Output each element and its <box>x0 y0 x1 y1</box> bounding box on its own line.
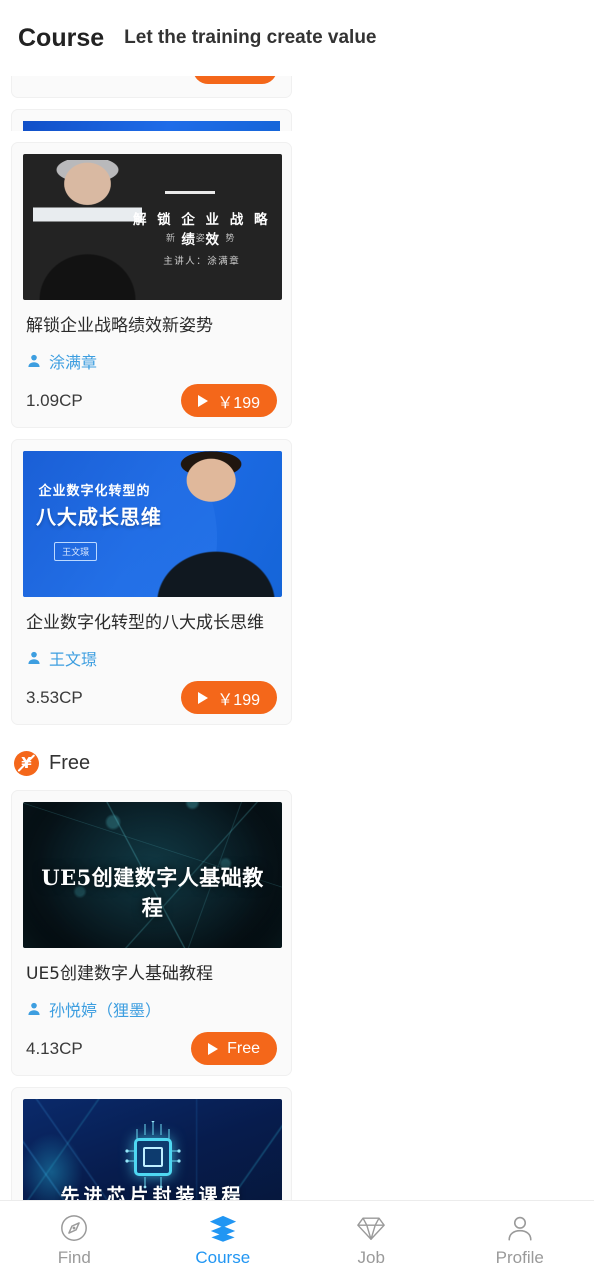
course-card-footer: 4.13CP Free <box>26 1032 277 1069</box>
thumbnail-presenter-text: 主讲人：涂满章 <box>163 256 241 268</box>
course-credit-points: 3.53CP <box>26 687 83 707</box>
person-icon <box>28 1002 40 1015</box>
tab-find[interactable]: Find <box>0 1201 149 1280</box>
course-list-scroll[interactable]: 解 锁 企 业 战 略 绩 效 新 / 姿 / 势 主讲人：涂满章 解锁企业战略… <box>0 76 594 1200</box>
app-screen: Course Let the training create value 解 锁… <box>0 0 594 1280</box>
course-credit-points: 4.13CP <box>26 1038 83 1058</box>
course-card-body: 企业数字化转型的八大成长思维 王文璟 3.53CP ￥199 <box>12 610 291 718</box>
tab-course-label: Course <box>195 1248 251 1267</box>
tab-find-label: Find <box>57 1248 91 1267</box>
course-teacher[interactable]: 涂满章 <box>26 349 277 373</box>
course-title[interactable]: 企业数字化转型的八大成长思维 <box>26 610 277 637</box>
price-button-partial[interactable] <box>193 76 277 84</box>
page-subtitle: Let the training create value <box>124 27 377 48</box>
free-course-row-1: UE5创建数字人基础教程 UE5创建数字人基础教程 孙悦婷（狸墨） 4.13CP <box>0 790 594 1200</box>
free-section-title: Free <box>49 752 91 774</box>
chip-icon <box>133 1138 172 1177</box>
page-header: Course Let the training create value <box>0 0 594 76</box>
tab-job[interactable]: Job <box>297 1201 446 1280</box>
course-price-button[interactable]: ￥199 <box>181 384 277 417</box>
course-price-label: ￥199 <box>217 691 260 709</box>
course-card[interactable]: 先进芯片封装课程 先进芯片封装课程 AI制课团队 5.68CP <box>11 1087 292 1200</box>
play-icon <box>198 691 209 704</box>
course-card[interactable]: UE5创建数字人基础教程 UE5创建数字人基础教程 孙悦婷（狸墨） 4.13CP <box>11 790 292 1076</box>
course-title[interactable]: UE5创建数字人基础教程 <box>26 961 277 988</box>
course-price-button[interactable]: ￥199 <box>181 681 277 714</box>
course-card-footer: 1.09CP ￥199 <box>26 384 277 421</box>
course-card-footer: 3.53CP ￥199 <box>26 681 277 718</box>
course-price-label: Free <box>227 1039 260 1057</box>
bottom-navigation: Find Course Job Profile <box>0 1200 594 1280</box>
play-icon <box>208 1042 219 1055</box>
course-thumbnail[interactable]: 企业数字化转型的 八大成长思维 王文璟 <box>23 451 282 597</box>
course-teacher-name: 王文璟 <box>49 650 98 669</box>
thumbnail-line1-text: 企业数字化转型的 <box>38 484 151 500</box>
play-icon <box>198 394 209 407</box>
course-teacher[interactable]: 孙悦婷（狸墨） <box>26 997 277 1021</box>
course-card[interactable]: 解 锁 企 业 战 略 绩 效 新 / 姿 / 势 主讲人：涂满章 解锁企业战略… <box>11 142 292 428</box>
course-card-body: 解锁企业战略绩效新姿势 涂满章 1.09CP ￥199 <box>12 313 291 421</box>
course-title[interactable]: 解锁企业战略绩效新姿势 <box>26 313 277 340</box>
tab-job-label: Job <box>357 1248 385 1267</box>
course-thumbnail[interactable]: UE5创建数字人基础教程 <box>23 802 282 948</box>
person-icon <box>28 651 40 664</box>
partial-card-cutoff-left[interactable] <box>11 76 292 98</box>
course-card[interactable]: 企业数字化转型的 八大成长思维 王文璟 企业数字化转型的八大成长思维 王文璟 3… <box>11 439 292 725</box>
partial-card-cutoff-right[interactable] <box>11 109 292 131</box>
course-price-label: ￥199 <box>217 394 260 412</box>
free-section-header: ¥ Free <box>0 725 594 790</box>
thumbnail-subtitle-text: 新 / 姿 / 势 <box>165 234 238 245</box>
tab-profile-label: Profile <box>495 1248 544 1267</box>
course-thumbnail[interactable]: 解 锁 企 业 战 略 绩 效 新 / 姿 / 势 主讲人：涂满章 <box>23 154 282 300</box>
course-teacher-name: 孙悦婷（狸墨） <box>49 1001 162 1020</box>
partial-row-top <box>0 76 594 131</box>
person-icon <box>508 1216 532 1241</box>
diamond-icon <box>357 1217 386 1240</box>
tab-course[interactable]: Course <box>149 1201 298 1280</box>
thumbnail-line2-text: 八大成长思维 <box>35 504 162 529</box>
course-teacher-name: 涂满章 <box>49 353 98 372</box>
course-teacher[interactable]: 王文璟 <box>26 646 277 670</box>
layers-icon <box>209 1215 236 1242</box>
thumbnail-divider <box>165 190 216 194</box>
thumbnail-title-text: 先进芯片封装课程 <box>60 1184 245 1200</box>
course-thumbnail-partial <box>23 121 280 131</box>
course-card-body: UE5创建数字人基础教程 孙悦婷（狸墨） 4.13CP Free <box>12 961 291 1069</box>
thumbnail-portrait <box>155 451 277 597</box>
thumbnail-name-badge: 王文璟 <box>54 541 98 561</box>
yen-struck-icon: ¥ <box>14 751 39 776</box>
paid-course-row: 解 锁 企 业 战 略 绩 效 新 / 姿 / 势 主讲人：涂满章 解锁企业战略… <box>0 142 594 725</box>
compass-icon <box>61 1215 88 1241</box>
thumbnail-title-text: UE5创建数字人基础教程 <box>41 864 264 920</box>
course-thumbnail[interactable]: 先进芯片封装课程 <box>23 1099 282 1200</box>
person-icon <box>28 354 40 367</box>
tab-profile[interactable]: Profile <box>446 1201 594 1280</box>
course-credit-points: 1.09CP <box>26 390 83 410</box>
course-price-button[interactable]: Free <box>191 1032 277 1065</box>
page-title: Course <box>18 23 105 52</box>
